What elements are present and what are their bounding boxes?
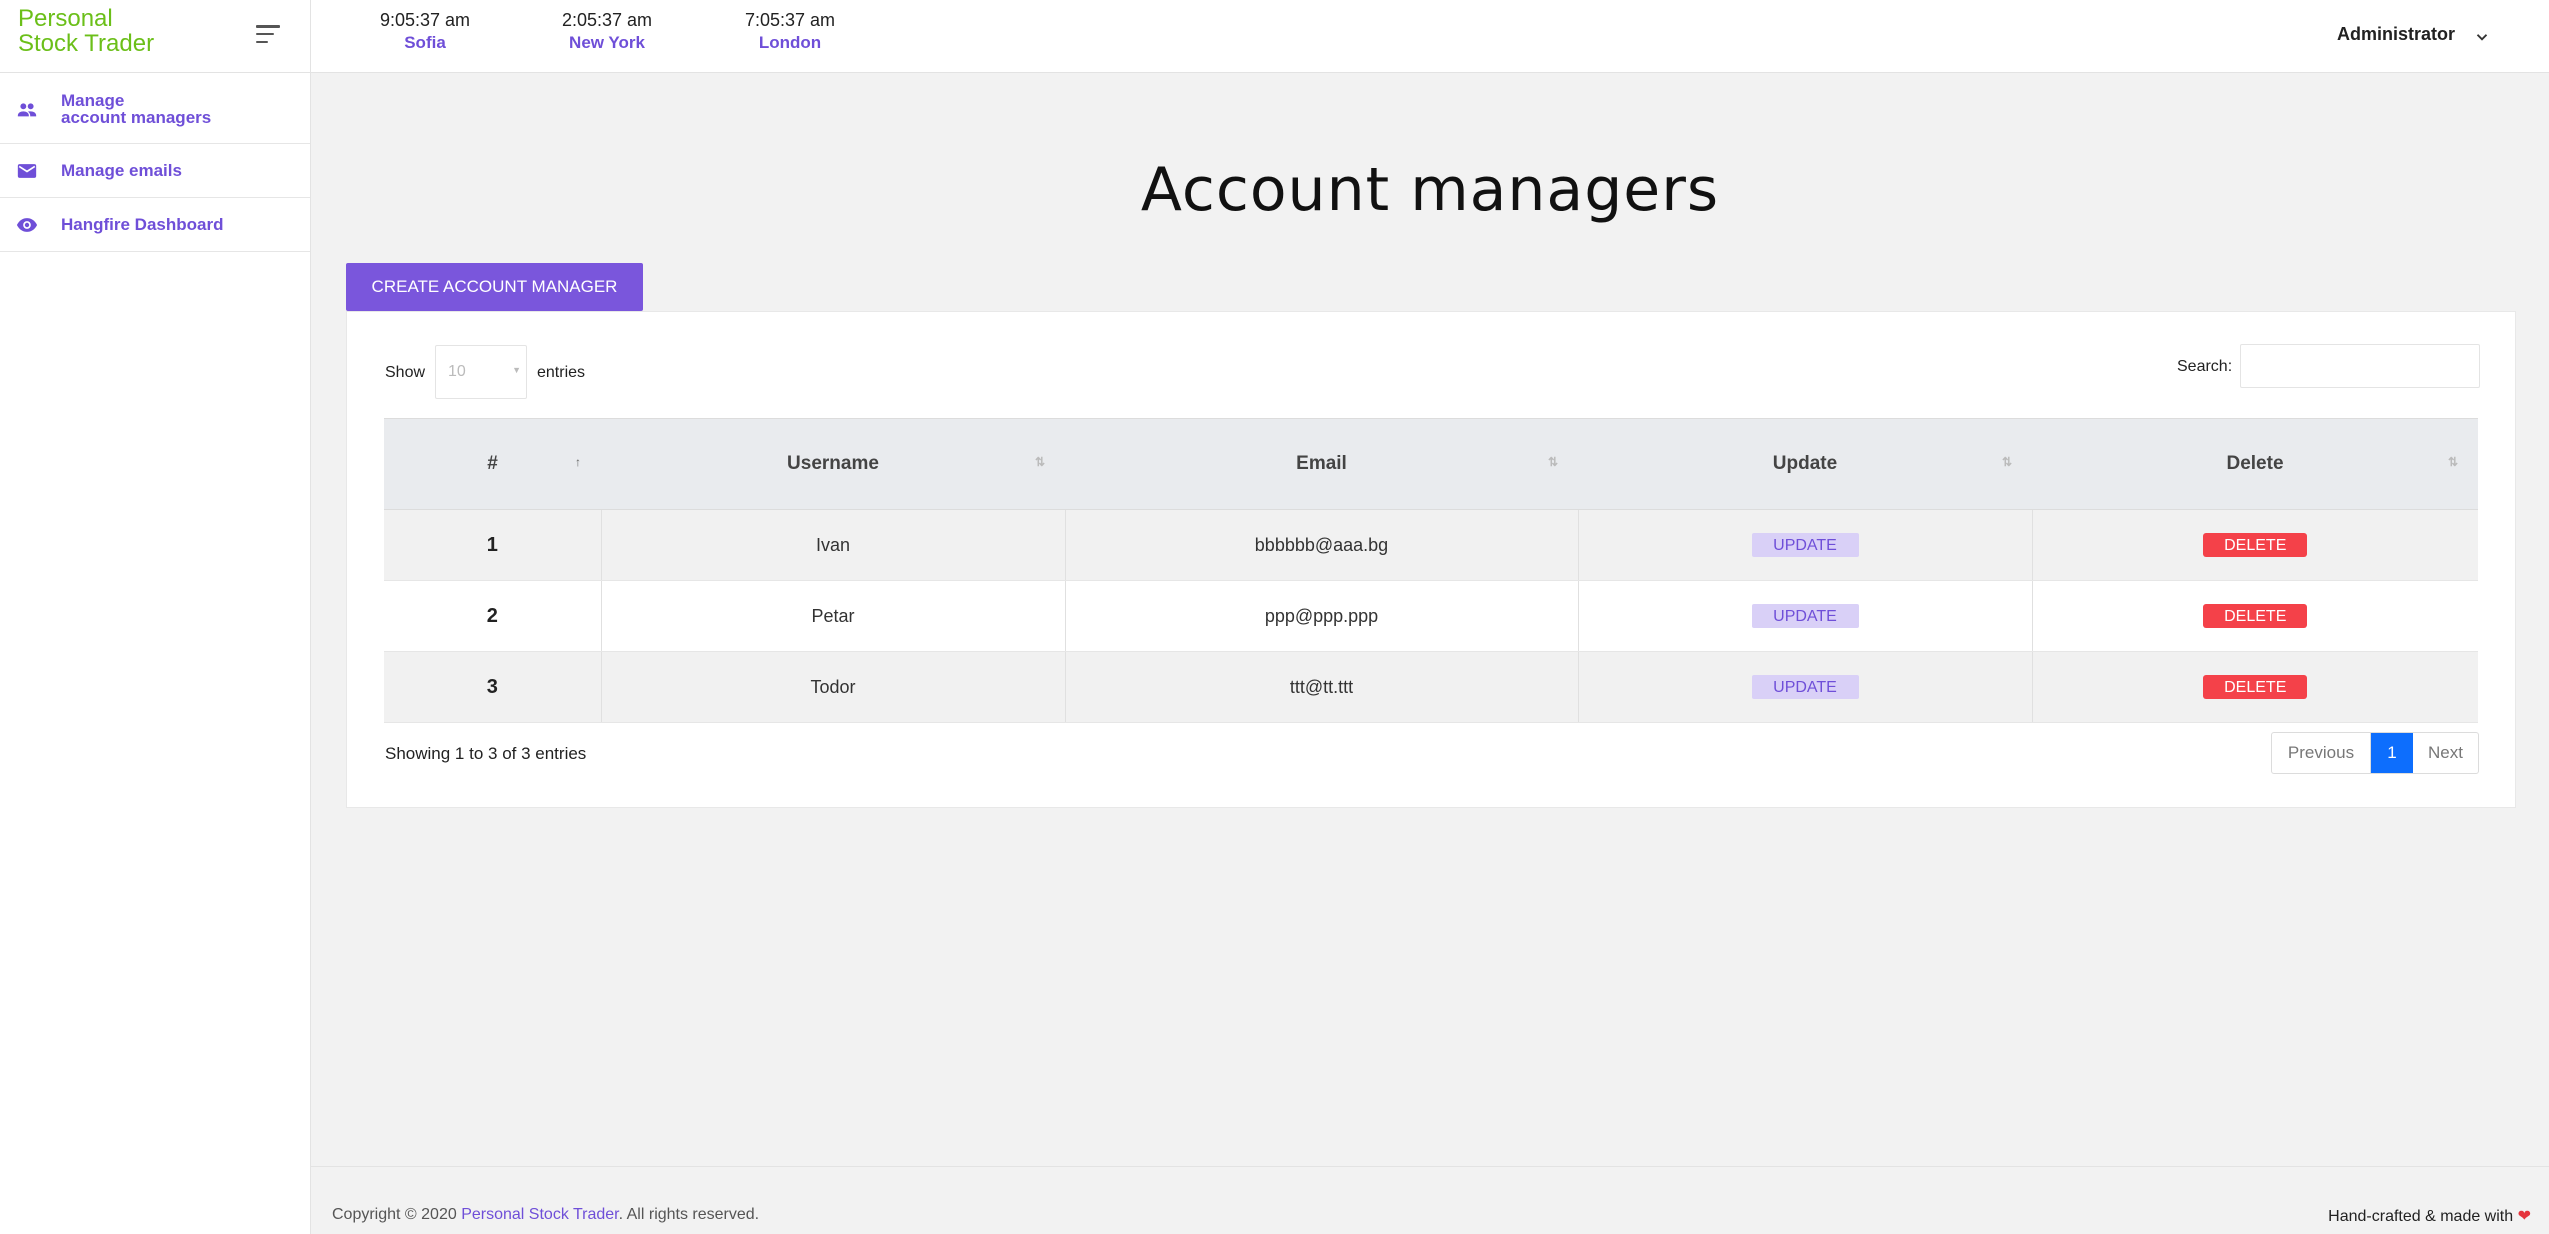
cell-email: bbbbbb@aaa.bg [1065, 509, 1579, 581]
length-show-label: Show [385, 364, 426, 381]
sort-icon: ⇅ [2001, 455, 2012, 469]
table-info: Showing 1 to 3 of 3 entries [385, 744, 587, 763]
sidebar: Personal Stock Trader Manage account man… [0, 0, 311, 1234]
cell-number: 1 [384, 509, 602, 581]
delete-button[interactable]: DELETE [2203, 604, 2308, 628]
entries-length-value: 10 [448, 363, 466, 380]
cell-update: UPDATE [1578, 509, 2033, 581]
column-header-delete[interactable]: Delete ⇅ [2032, 418, 2478, 510]
update-button[interactable]: UPDATE [1751, 675, 1859, 699]
menu-toggle-icon[interactable] [256, 25, 280, 43]
made-with: Hand-crafted & made with ❤ [2328, 1208, 2531, 1225]
table-header-row: # ↑ Username ⇅ Email ⇅ Update ⇅ Delete ⇅ [384, 418, 2478, 510]
chevron-down-icon[interactable] [2473, 28, 2491, 46]
brand-line-1: Personal [18, 5, 113, 32]
pagination-page-1[interactable]: 1 [2371, 733, 2413, 773]
update-button[interactable]: UPDATE [1751, 533, 1859, 557]
column-header-username[interactable]: Username ⇅ [601, 418, 1065, 510]
pagination-previous[interactable]: Previous [2272, 733, 2371, 773]
sidebar-item-label: Hangfire Dashboard [61, 215, 224, 234]
sort-icon: ⇅ [1034, 455, 1045, 469]
column-header-email[interactable]: Email ⇅ [1065, 418, 1578, 510]
dropdown-arrow-icon: ▼ [512, 365, 521, 375]
cell-number: 2 [384, 580, 602, 652]
sidebar-item-label: Manage account managers [61, 91, 212, 127]
cell-username: Todor [601, 651, 1066, 723]
search-label: Search: [2177, 358, 2233, 375]
clock-time: 9:05:37 am [379, 10, 471, 30]
cell-email: ttt@tt.ttt [1065, 651, 1579, 723]
copyright: Copyright © 2020 Personal Stock Trader. … [332, 1206, 760, 1223]
footer: Copyright © 2020 Personal Stock Trader. … [311, 1166, 2549, 1234]
sidebar-item-hangfire[interactable]: Hangfire Dashboard [0, 198, 310, 252]
cell-delete: DELETE [2032, 580, 2478, 652]
pagination-next[interactable]: Next [2413, 733, 2478, 773]
create-account-manager-button[interactable]: CREATE ACCOUNT MANAGER [346, 263, 643, 311]
mail-icon [17, 164, 37, 178]
cell-update: UPDATE [1578, 651, 2033, 723]
cell-update: UPDATE [1578, 580, 2033, 652]
cell-email: ppp@ppp.ppp [1065, 580, 1579, 652]
brand-header: Personal Stock Trader [0, 0, 310, 73]
table-row: 1 Ivan bbbbbb@aaa.bg UPDATE DELETE [384, 509, 2478, 581]
sort-asc-icon: ↑ [575, 455, 581, 469]
column-header-update[interactable]: Update ⇅ [1578, 418, 2032, 510]
length-entries-label: entries [537, 364, 586, 381]
brand-logo[interactable]: Personal Stock Trader [18, 6, 218, 56]
clock-city: Sofia [404, 33, 446, 52]
clock-time: 7:05:37 am [744, 10, 836, 30]
user-menu[interactable]: Administrator [2337, 24, 2455, 45]
page-title: Account managers [1140, 155, 1720, 225]
clock-city: New York [569, 33, 645, 52]
topbar: 9:05:37 am Sofia 2:05:37 am New York 7:0… [311, 0, 2549, 73]
clock-sofia: 9:05:37 am Sofia [350, 9, 500, 55]
sidebar-item-label: Manage emails [61, 161, 182, 180]
column-header-number[interactable]: # ↑ [384, 418, 601, 510]
update-button[interactable]: UPDATE [1751, 604, 1859, 628]
table-card: Show 10 ▼ entries Search: # ↑ Username ⇅ E… [346, 311, 2516, 808]
people-icon [17, 103, 37, 117]
table-row: 2 Petar ppp@ppp.ppp UPDATE DELETE [384, 580, 2478, 652]
cell-delete: DELETE [2032, 509, 2478, 581]
delete-button[interactable]: DELETE [2203, 533, 2308, 557]
cell-username: Ivan [601, 509, 1066, 581]
clock-time: 2:05:37 am [561, 10, 653, 30]
cell-username: Petar [601, 580, 1066, 652]
cell-delete: DELETE [2032, 651, 2478, 723]
clock-new-york: 2:05:37 am New York [532, 9, 682, 55]
copyright-link[interactable]: Personal Stock Trader [461, 1206, 618, 1223]
entries-length-select[interactable]: 10 ▼ [435, 345, 527, 399]
search-input[interactable] [2240, 344, 2480, 388]
brand-line-2: Stock Trader [18, 30, 155, 57]
heart-icon: ❤ [2517, 1208, 2531, 1225]
clock-city: London [758, 33, 822, 52]
sidebar-item-emails[interactable]: Manage emails [0, 144, 310, 198]
sort-icon: ⇅ [1547, 455, 1558, 469]
pagination: Previous 1 Next [2271, 732, 2479, 774]
sort-icon: ⇅ [2447, 455, 2458, 469]
account-managers-table: # ↑ Username ⇅ Email ⇅ Update ⇅ Delete ⇅ 1 Iv… [384, 418, 2478, 723]
delete-button[interactable]: DELETE [2203, 675, 2308, 699]
clock-london: 7:05:37 am London [715, 9, 865, 55]
sidebar-item-account-managers[interactable]: Manage account managers [0, 73, 310, 144]
table-row: 3 Todor ttt@tt.ttt UPDATE DELETE [384, 651, 2478, 723]
cell-number: 3 [384, 651, 602, 723]
eye-icon [16, 218, 38, 232]
